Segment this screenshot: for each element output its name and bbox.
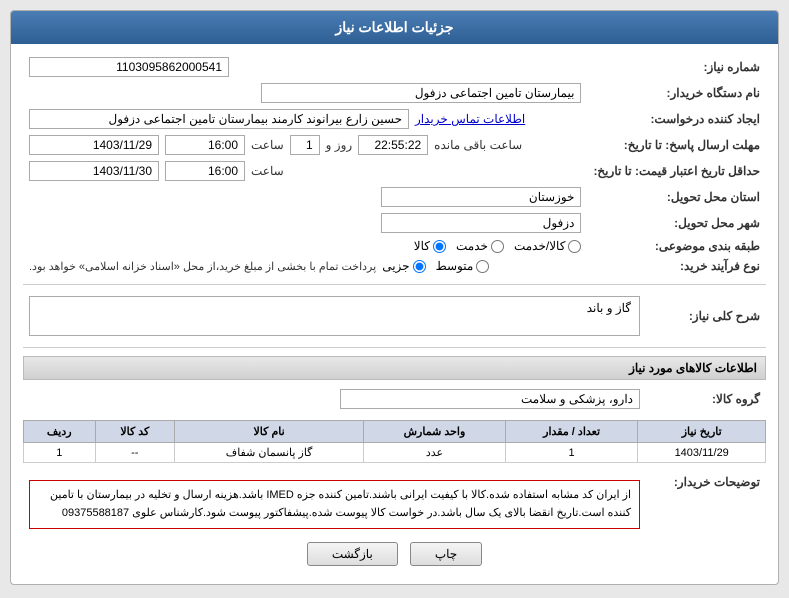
noe-option-jozi[interactable]: جزیی	[382, 259, 425, 273]
row-sherh: شرح کلی نیاز: گاز و باند	[23, 293, 766, 339]
col-name: نام کالا	[175, 421, 364, 443]
row-hadaghal: حداقل تاریخ اعتبار قیمت: تا تاریخ: ساعت …	[23, 158, 766, 184]
info-table: شماره نیاز: 1103095862000541 نام دستگاه …	[23, 54, 766, 276]
saat-label2: ساعت	[251, 164, 284, 178]
mohlat-time: 16:00	[165, 135, 245, 155]
row-group: گروه کالا: دارو، پزشکی و سلامت	[23, 386, 766, 412]
tabaghe-radio-group: کالا/خدمت خدمت کالا	[29, 239, 581, 253]
row-shomare: شماره نیاز: 1103095862000541	[23, 54, 766, 80]
hadaghal-time: 16:00	[165, 161, 245, 181]
col-tarikh: تاریخ نیاز	[638, 421, 766, 443]
cell-tedad: 1	[505, 443, 638, 463]
noe-farayand-radio-group: متوسط جزیی	[382, 259, 489, 273]
ijad-label: ایجاد کننده درخواست:	[587, 106, 766, 132]
tabaghe-radio-khedmat[interactable]	[491, 240, 504, 253]
mohlat-label: مهلت ارسال پاسخ: تا تاریخ:	[587, 132, 766, 158]
remaining-label: ساعت باقی مانده	[434, 138, 522, 152]
shahr-label: شهر محل تحویل:	[587, 210, 766, 236]
col-kod: کد کالا	[95, 421, 175, 443]
desc-label-cell: توضیحات خریدار:	[646, 471, 766, 532]
noe-label-jozi: جزیی	[382, 259, 409, 273]
mohlat-roz: 1	[290, 135, 320, 155]
tabaghe-option-khedmat[interactable]: خدمت	[456, 239, 504, 253]
nam-dastgah-label: نام دستگاه خریدار:	[587, 80, 766, 106]
col-radif: ردیف	[24, 421, 96, 443]
noe-radio-motavaset[interactable]	[476, 260, 489, 273]
cell-vahed: عدد	[364, 443, 506, 463]
nam-dastgah-value: بیمارستان تامین اجتماعی دزفول	[261, 83, 581, 103]
kalaha-title: اطلاعات کالاهای مورد نیاز	[23, 356, 766, 380]
row-noe-farayand: نوع فرآیند خرید: متوسط جزیی	[23, 256, 766, 276]
content-area: شماره نیاز: 1103095862000541 نام دستگاه …	[11, 44, 778, 584]
ostan-label: استان محل تحویل:	[587, 184, 766, 210]
divider2	[23, 347, 766, 348]
noe-farayand-row: متوسط جزیی پرداخت تمام با بخشی از مبلغ خ…	[29, 259, 581, 273]
row-shahr: شهر محل تحویل: دزفول	[23, 210, 766, 236]
cell-tarikh: 1403/11/29	[638, 443, 766, 463]
noe-farayand-label: نوع فرآیند خرید:	[587, 256, 766, 276]
noe-farayand-text: پرداخت تمام با بخشی از مبلغ خرید،از محل …	[29, 260, 376, 273]
mohlat-saat: 22:55:22	[358, 135, 428, 155]
group-table: گروه کالا: دارو، پزشکی و سلامت	[23, 386, 766, 412]
goods-table-body: 1403/11/29 1 عدد گاز پانسمان شفاف -- 1	[24, 443, 766, 463]
noe-label-motavaset: متوسط	[436, 259, 474, 273]
table-row: 1403/11/29 1 عدد گاز پانسمان شفاف -- 1	[24, 443, 766, 463]
sherh-box: گاز و باند	[29, 296, 640, 336]
bazgasht-button[interactable]: بازگشت	[307, 542, 398, 566]
main-container: جزئیات اطلاعات نیاز شماره نیاز: 11030958…	[10, 10, 779, 585]
col-tedad: تعداد / مقدار	[505, 421, 638, 443]
col-vahed: واحد شمارش	[364, 421, 506, 443]
shomare-row: 1103095862000541	[29, 57, 581, 77]
shomare-label: شماره نیاز:	[587, 54, 766, 80]
row-desc: توضیحات خریدار: از ایران کد مشابه استفاد…	[23, 471, 766, 532]
cell-kod: --	[95, 443, 175, 463]
row-nam-dastgah: نام دستگاه خریدار: بیمارستان تامین اجتما…	[23, 80, 766, 106]
desc-value: از ایران کد مشابه استفاده شده.کالا با کی…	[50, 489, 631, 519]
tabaghe-radio-kala[interactable]	[433, 240, 446, 253]
shomare-value: 1103095862000541	[29, 57, 229, 77]
noe-option-motavaset[interactable]: متوسط	[436, 259, 490, 273]
hadaghal-row: ساعت 16:00 1403/11/30	[29, 161, 581, 181]
row-ijad: ایجاد کننده درخواست: اطلاعات تماس خریدار…	[23, 106, 766, 132]
tabaghe-label: طبقه بندی موضوعی:	[587, 236, 766, 256]
row-ostan: استان محل تحویل: خوزستان	[23, 184, 766, 210]
sherh-value: گاز و باند	[587, 301, 631, 315]
tabaghe-option-kala-khedmat[interactable]: کالا/خدمت	[514, 239, 581, 253]
row-tabaghe: طبقه بندی موضوعی: کالا/خدمت خدمت	[23, 236, 766, 256]
tabaghe-option-kala[interactable]: کالا	[414, 239, 446, 253]
hadaghal-label: حداقل تاریخ اعتبار قیمت: تا تاریخ:	[587, 158, 766, 184]
desc-box: از ایران کد مشابه استفاده شده.کالا با کی…	[29, 480, 640, 529]
contact-link[interactable]: اطلاعات تماس خریدار	[415, 112, 525, 126]
ijad-row: اطلاعات تماس خریدار حسین زارع بیرانوند ک…	[29, 109, 581, 129]
mohlat-date: 1403/11/29	[29, 135, 159, 155]
sherh-label-cell: شرح کلی نیاز:	[646, 293, 766, 339]
desc-table: توضیحات خریدار: از ایران کد مشابه استفاد…	[23, 471, 766, 532]
tabaghe-label-kala-khedmat: کالا/خدمت	[514, 239, 565, 253]
ostan-value: خوزستان	[381, 187, 581, 207]
goods-table: تاریخ نیاز تعداد / مقدار واحد شمارش نام …	[23, 420, 766, 463]
page-header: جزئیات اطلاعات نیاز	[11, 11, 778, 44]
shahr-value: دزفول	[381, 213, 581, 233]
roz-label: روز و	[326, 138, 353, 152]
noe-radio-jozi[interactable]	[413, 260, 426, 273]
group-label-cell: گروه کالا:	[646, 386, 766, 412]
goods-table-header: تاریخ نیاز تعداد / مقدار واحد شمارش نام …	[24, 421, 766, 443]
divider1	[23, 284, 766, 285]
bottom-buttons: چاپ بازگشت	[23, 542, 766, 574]
cell-radif: 1	[24, 443, 96, 463]
row-mohlat: مهلت ارسال پاسخ: تا تاریخ: ساعت باقی مان…	[23, 132, 766, 158]
tabaghe-label-kala: کالا	[414, 239, 430, 253]
goods-header-row: تاریخ نیاز تعداد / مقدار واحد شمارش نام …	[24, 421, 766, 443]
tabaghe-label-khedmat: خدمت	[456, 239, 488, 253]
cell-name: گاز پانسمان شفاف	[175, 443, 364, 463]
group-value: دارو، پزشکی و سلامت	[340, 389, 640, 409]
saat-inline-label: ساعت	[251, 138, 284, 152]
ijad-value: حسین زارع بیرانوند کارمند بیمارستان تامی…	[29, 109, 409, 129]
page-title: جزئیات اطلاعات نیاز	[335, 19, 453, 35]
sherh-table: شرح کلی نیاز: گاز و باند	[23, 293, 766, 339]
chap-button[interactable]: چاپ	[410, 542, 482, 566]
hadaghal-date: 1403/11/30	[29, 161, 159, 181]
mohlat-row: ساعت باقی مانده 22:55:22 روز و 1 ساعت 16…	[29, 135, 581, 155]
tabaghe-radio-kala-khedmat[interactable]	[568, 240, 581, 253]
